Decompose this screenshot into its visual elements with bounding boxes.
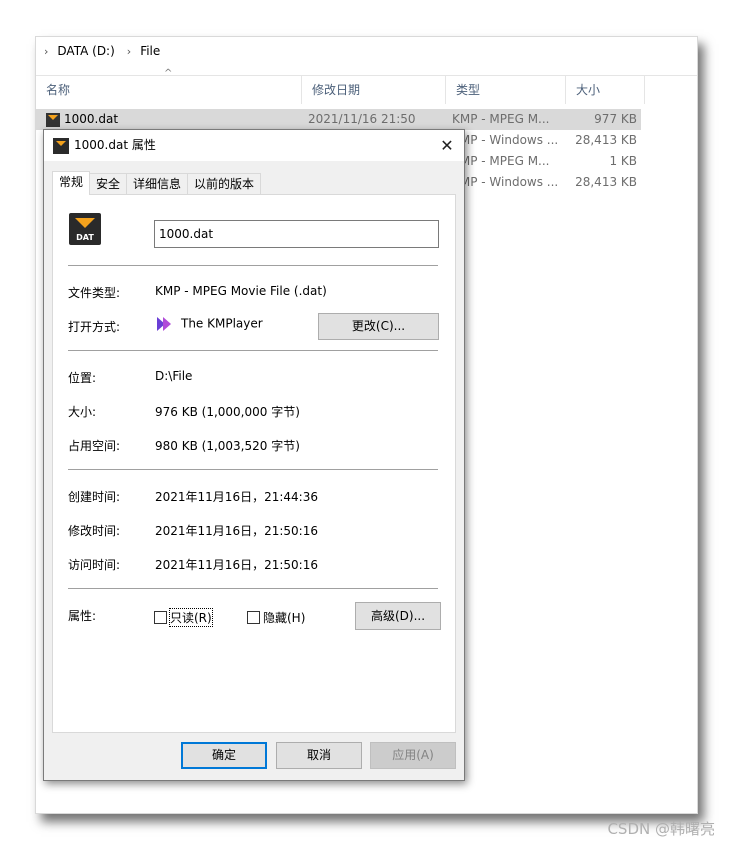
properties-dialog: 1000.dat 属性 ✕ 常规 安全 详细信息 以前的版本 DAT 1000.… bbox=[43, 129, 465, 781]
divider bbox=[68, 265, 438, 266]
open-with-value: The KMPlayer bbox=[155, 315, 263, 333]
icon-label: DAT bbox=[76, 233, 94, 242]
tab-security[interactable]: 安全 bbox=[89, 173, 128, 195]
dat-file-icon bbox=[53, 138, 69, 154]
file-size: 1 KB bbox=[609, 154, 637, 168]
divider bbox=[68, 469, 438, 470]
hidden-checkbox[interactable]: 隐藏(H) bbox=[247, 609, 305, 626]
created-value: 2021年11月16日，21:44:36 bbox=[155, 490, 318, 504]
dialog-titlebar[interactable]: 1000.dat 属性 ✕ bbox=[44, 130, 464, 161]
size-label: 大小: bbox=[68, 405, 97, 419]
dialog-title: 1000.dat 属性 bbox=[74, 138, 156, 152]
filename-input[interactable]: 1000.dat bbox=[154, 220, 439, 248]
advanced-button[interactable]: 高级(D)... bbox=[355, 602, 441, 630]
breadcrumb-drive[interactable]: DATA (D:) bbox=[57, 44, 114, 58]
checkbox-box[interactable] bbox=[247, 611, 260, 624]
change-button[interactable]: 更改(C)... bbox=[318, 313, 439, 340]
file-date: 2021/11/16 21:50 bbox=[308, 112, 416, 126]
open-with-app-name: The KMPlayer bbox=[181, 316, 263, 331]
file-type: KMP - MPEG M... bbox=[452, 112, 550, 126]
divider bbox=[68, 350, 438, 351]
tab-previous-versions[interactable]: 以前的版本 bbox=[187, 173, 262, 195]
accessed-label: 访问时间: bbox=[68, 558, 121, 572]
readonly-label: 只读(R) bbox=[169, 608, 213, 627]
column-type[interactable]: 类型 bbox=[446, 76, 566, 104]
location-label: 位置: bbox=[68, 371, 97, 385]
file-size: 28,413 KB bbox=[575, 175, 637, 189]
file-size: 28,413 KB bbox=[575, 133, 637, 147]
location-value: D:\File bbox=[155, 369, 193, 383]
chevron-right-icon[interactable]: › bbox=[44, 45, 48, 58]
watermark: CSDN @韩曙亮 bbox=[607, 820, 715, 838]
apply-button[interactable]: 应用(A) bbox=[370, 742, 456, 769]
file-size: 977 KB bbox=[594, 112, 637, 126]
column-name[interactable]: 名称 bbox=[36, 76, 302, 104]
file-type-label: 文件类型: bbox=[68, 286, 121, 300]
attributes-label: 属性: bbox=[68, 609, 97, 623]
general-panel: DAT 1000.dat 文件类型: KMP - MPEG Movie File… bbox=[52, 194, 456, 733]
file-name-cell: 1000.dat bbox=[46, 109, 118, 130]
disk-size-label: 占用空间: bbox=[68, 439, 121, 453]
created-label: 创建时间: bbox=[68, 490, 121, 504]
file-type: KMP - Windows ... bbox=[452, 133, 559, 147]
close-button[interactable]: ✕ bbox=[430, 130, 464, 161]
file-type: KMP - Windows ... bbox=[452, 175, 559, 189]
modified-label: 修改时间: bbox=[68, 524, 121, 538]
open-with-label: 打开方式: bbox=[68, 320, 121, 334]
hidden-label: 隐藏(H) bbox=[263, 611, 306, 625]
modified-value: 2021年11月16日，21:50:16 bbox=[155, 524, 318, 538]
dat-file-icon: DAT bbox=[69, 213, 101, 245]
ok-button[interactable]: 确定 bbox=[181, 742, 267, 769]
readonly-checkbox[interactable]: 只读(R) bbox=[154, 608, 213, 627]
tab-bar: 常规 安全 详细信息 以前的版本 bbox=[52, 171, 262, 195]
file-type: KMP - MPEG M... bbox=[452, 154, 550, 168]
kmplayer-icon bbox=[155, 315, 173, 333]
size-value: 976 KB (1,000,000 字节) bbox=[155, 405, 300, 419]
breadcrumb-folder[interactable]: File bbox=[140, 44, 160, 58]
tab-details[interactable]: 详细信息 bbox=[126, 173, 189, 195]
file-type-value: KMP - MPEG Movie File (.dat) bbox=[155, 284, 327, 298]
disk-size-value: 980 KB (1,003,520 字节) bbox=[155, 439, 300, 453]
column-header: ^ 名称 修改日期 类型 大小 bbox=[36, 68, 697, 104]
dat-file-icon bbox=[46, 112, 60, 127]
chevron-right-icon[interactable]: › bbox=[127, 45, 131, 58]
column-size[interactable]: 大小 bbox=[566, 76, 645, 104]
checkbox-box[interactable] bbox=[154, 611, 167, 624]
file-row[interactable]: 1000.dat 2021/11/16 21:50 KMP - MPEG M..… bbox=[36, 109, 641, 130]
accessed-value: 2021年11月16日，21:50:16 bbox=[155, 558, 318, 572]
file-name: 1000.dat bbox=[64, 112, 119, 126]
divider bbox=[68, 588, 438, 589]
tab-general[interactable]: 常规 bbox=[52, 171, 91, 195]
address-bar[interactable]: › DATA (D:) › File bbox=[36, 37, 697, 65]
column-date[interactable]: 修改日期 bbox=[302, 76, 446, 104]
cancel-button[interactable]: 取消 bbox=[276, 742, 362, 769]
